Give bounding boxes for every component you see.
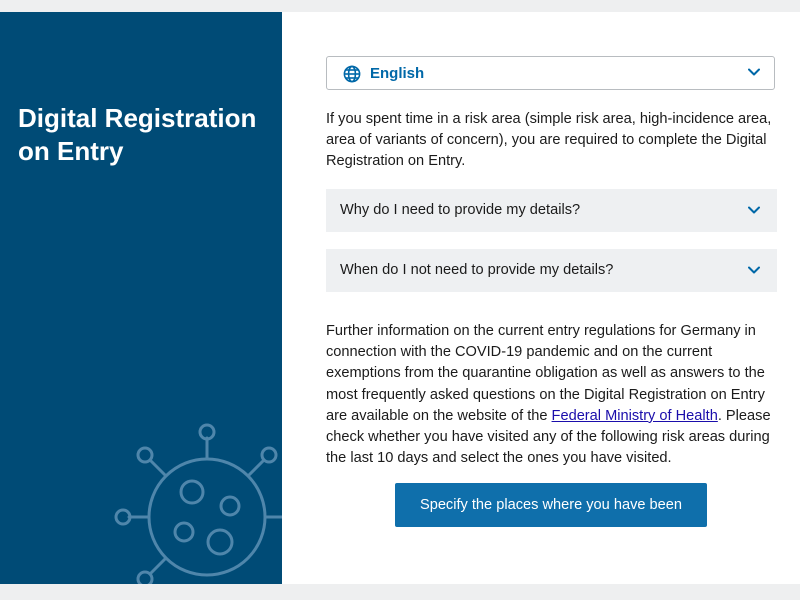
globe-icon: [343, 65, 361, 83]
chevron-down-icon: [748, 206, 760, 214]
accordion-label: Why do I need to provide my details?: [340, 202, 581, 218]
specify-places-button[interactable]: Specify the places where you have been: [395, 483, 707, 527]
info-text: Further information on the current entry…: [326, 321, 777, 469]
sidebar: Digital Registration on Entry: [0, 12, 282, 584]
intro-text: If you spent time in a risk area (simple…: [326, 111, 772, 169]
page-title: Digital Registration on Entry: [18, 103, 257, 166]
accordion-label: When do I not need to provide my details…: [340, 262, 614, 278]
page-frame: Digital Registration on Entry English If…: [0, 12, 800, 584]
accordion-why-details[interactable]: Why do I need to provide my details?: [326, 189, 777, 232]
accordion-when-not-details[interactable]: When do I not need to provide my details…: [326, 249, 777, 292]
language-select[interactable]: English: [326, 56, 775, 90]
chevron-down-icon: [748, 68, 760, 76]
chevron-down-icon: [748, 266, 760, 274]
language-select-value: English: [370, 65, 425, 82]
ministry-of-health-link[interactable]: Federal Ministry of Health: [552, 408, 718, 424]
virus-illustration: [114, 423, 282, 584]
